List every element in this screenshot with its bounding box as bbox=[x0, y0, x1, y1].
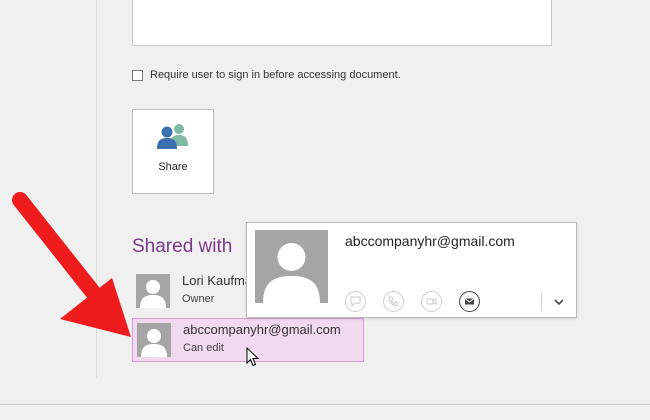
require-signin-label: Require user to sign in before accessing… bbox=[150, 69, 401, 81]
video-icon[interactable] bbox=[421, 291, 442, 312]
people-icon bbox=[157, 124, 188, 149]
shared-with-heading: Shared with bbox=[132, 236, 233, 257]
person-role: Owner bbox=[182, 293, 215, 305]
window-bottom-rule bbox=[0, 404, 650, 405]
contact-card: abccompanyhr@gmail.com bbox=[246, 222, 577, 318]
message-textbox[interactable] bbox=[132, 0, 552, 46]
email-icon[interactable] bbox=[459, 291, 480, 312]
contact-avatar-icon bbox=[255, 230, 328, 303]
require-signin-option[interactable]: Require user to sign in before accessing… bbox=[132, 69, 401, 81]
share-button[interactable]: Share bbox=[132, 109, 214, 194]
chevron-down-icon[interactable] bbox=[553, 296, 565, 308]
contact-email: abccompanyhr@gmail.com bbox=[345, 233, 515, 249]
person-name: abccompanyhr@gmail.com bbox=[183, 322, 341, 337]
person-name: Lori Kaufman bbox=[182, 273, 246, 288]
actions-separator bbox=[541, 293, 542, 311]
share-button-label: Share bbox=[158, 161, 188, 173]
contact-actions bbox=[345, 291, 497, 312]
person-avatar-icon bbox=[136, 274, 170, 308]
require-signin-checkbox[interactable] bbox=[132, 69, 143, 81]
content-left-rule bbox=[96, 0, 97, 378]
chat-icon[interactable] bbox=[345, 291, 366, 312]
person-avatar-icon bbox=[137, 323, 171, 357]
phone-icon[interactable] bbox=[383, 291, 404, 312]
mouse-cursor-icon bbox=[246, 347, 259, 367]
person-role: Can edit bbox=[183, 342, 224, 354]
